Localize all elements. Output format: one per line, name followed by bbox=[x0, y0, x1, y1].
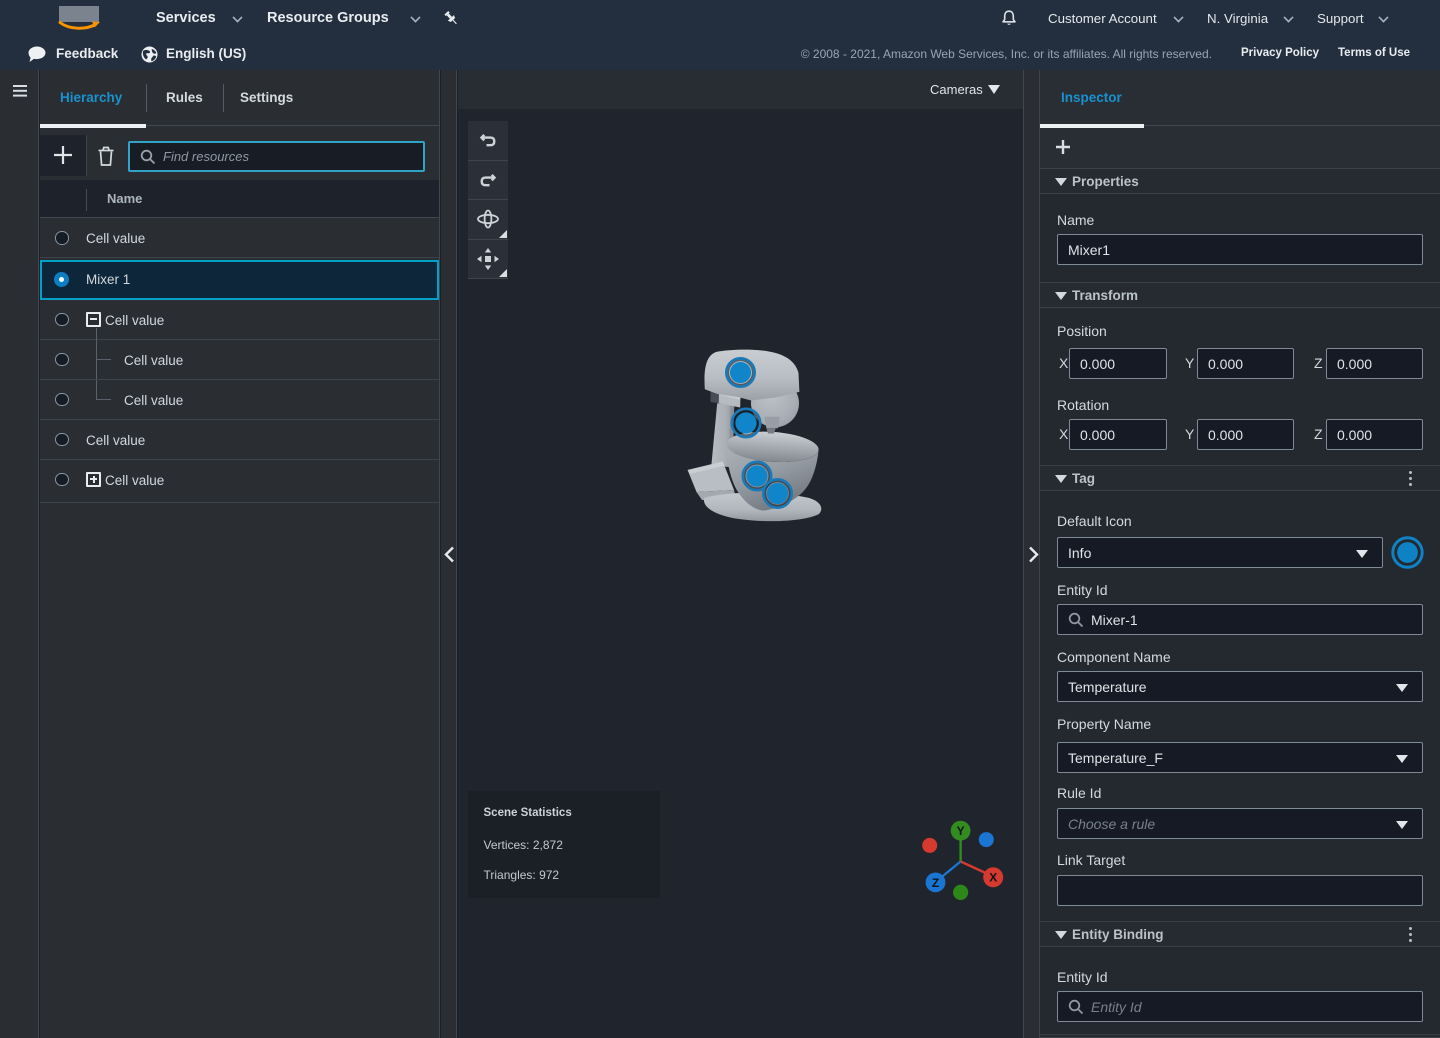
svg-text:Y: Y bbox=[957, 824, 965, 838]
svg-text:X: X bbox=[989, 871, 997, 885]
svg-text:Z: Z bbox=[932, 876, 939, 890]
